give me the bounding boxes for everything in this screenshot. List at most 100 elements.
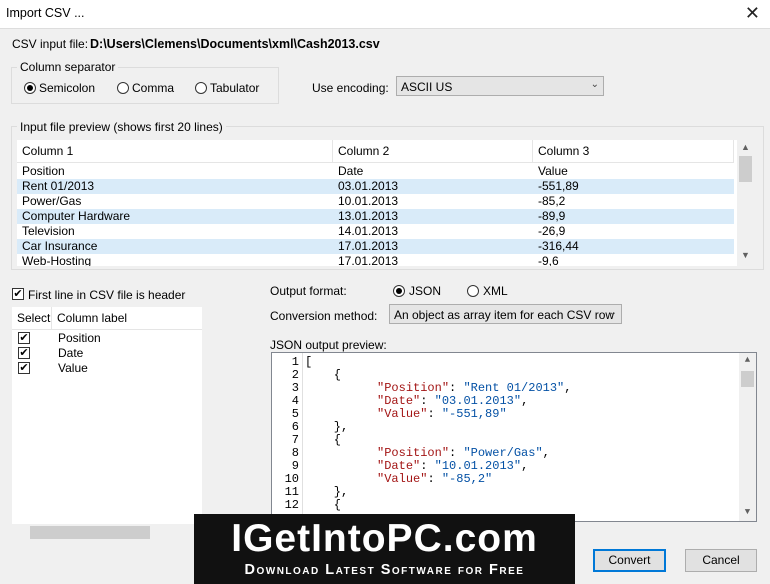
conversion-label: Conversion method: bbox=[270, 309, 378, 323]
table-row[interactable]: Television 14.01.2013 -26,9 bbox=[17, 224, 734, 239]
window-title: Import CSV ... bbox=[6, 6, 85, 20]
list-item[interactable]: ✔ Date bbox=[12, 346, 202, 361]
json-key: "Value" bbox=[377, 472, 428, 486]
table-cell: 17.01.2013 bbox=[338, 254, 399, 266]
radio-comma-label: Comma bbox=[132, 81, 175, 95]
json-preview-editor[interactable]: 1 [2 {3 "Position": "Rent 01/2013", 4 "Dat… bbox=[271, 352, 757, 522]
code-line: { bbox=[305, 433, 342, 447]
radio-semicolon-indicator[interactable] bbox=[24, 82, 36, 94]
check-icon[interactable]: ✔ bbox=[12, 288, 24, 300]
column-header[interactable]: Column 3 bbox=[533, 140, 734, 162]
column-list-hscrollbar[interactable] bbox=[12, 524, 202, 541]
column-separator-legend: Column separator bbox=[17, 60, 119, 74]
line-number: 6 bbox=[291, 420, 299, 434]
radio-json-indicator[interactable] bbox=[393, 285, 405, 297]
table-cell: 03.01.2013 bbox=[338, 179, 399, 193]
radio-tabulator-label: Tabulator bbox=[210, 81, 260, 95]
code-line: { bbox=[305, 368, 342, 382]
header-checkbox-label: First line in CSV file is header bbox=[28, 288, 186, 302]
table-row[interactable]: Web-Hosting 17.01.2013 -9,6 bbox=[17, 254, 734, 266]
watermark-tagline: Download Latest Software for Free bbox=[244, 562, 525, 578]
encoding-select[interactable]: ASCII US ⌄ bbox=[396, 76, 604, 96]
json-value: "03.01.2013" bbox=[434, 394, 522, 408]
line-number: 12 bbox=[284, 498, 299, 512]
radio-tabulator-indicator[interactable] bbox=[195, 82, 207, 94]
close-icon[interactable]: ✕ bbox=[745, 3, 760, 24]
scroll-up-icon[interactable]: ▲ bbox=[739, 355, 756, 365]
line-number: 10 bbox=[284, 472, 299, 486]
encoding-label: Use encoding: bbox=[312, 81, 389, 95]
check-icon[interactable]: ✔ bbox=[18, 332, 30, 344]
radio-xml-label: XML bbox=[483, 284, 508, 298]
watermark-banner: IGetIntoPC.com Download Latest Software … bbox=[194, 514, 575, 584]
column-header[interactable]: Column 2 bbox=[333, 140, 533, 162]
check-icon[interactable]: ✔ bbox=[18, 362, 30, 374]
line-number: 2 bbox=[291, 368, 299, 382]
scroll-thumb[interactable] bbox=[739, 156, 752, 182]
table-cell: Car Insurance bbox=[22, 239, 98, 253]
table-row[interactable]: Power/Gas 10.01.2013 -85,2 bbox=[17, 194, 734, 209]
column-header[interactable]: Column label bbox=[52, 307, 202, 329]
code-line: "Value": "-85,2" bbox=[377, 472, 493, 486]
radio-semicolon-label: Semicolon bbox=[39, 81, 96, 95]
input-preview-table[interactable]: Column 1 Column 2 Column 3 Position Date… bbox=[17, 140, 754, 266]
radio-xml-indicator[interactable] bbox=[467, 285, 479, 297]
input-preview-legend: Input file preview (shows first 20 lines… bbox=[17, 120, 226, 134]
column-header[interactable]: Select bbox=[12, 307, 52, 329]
scroll-down-icon[interactable]: ▼ bbox=[737, 250, 754, 260]
json-value: "Rent 01/2013" bbox=[463, 381, 565, 395]
json-key: "Date" bbox=[377, 394, 421, 408]
code-line: { bbox=[305, 498, 342, 512]
json-preview-label: JSON output preview: bbox=[270, 338, 387, 352]
table-cell: Television bbox=[22, 224, 75, 238]
table-cell: 17.01.2013 bbox=[338, 239, 399, 253]
code-line: "Position": "Power/Gas", bbox=[377, 446, 550, 460]
column-list-header: Select Column label bbox=[12, 307, 202, 330]
radio-comma-indicator[interactable] bbox=[117, 82, 129, 94]
table-cell: -26,9 bbox=[538, 224, 566, 238]
line-number: 3 bbox=[291, 381, 299, 395]
check-icon[interactable]: ✔ bbox=[18, 347, 30, 359]
scroll-up-icon[interactable]: ▲ bbox=[737, 142, 754, 152]
table-row[interactable]: Rent 01/2013 03.01.2013 -551,89 bbox=[17, 179, 734, 194]
table-cell: -89,9 bbox=[538, 209, 566, 223]
json-key: "Value" bbox=[377, 407, 428, 421]
json-scrollbar[interactable]: ▲ ▼ bbox=[739, 353, 756, 521]
scroll-down-icon[interactable]: ▼ bbox=[739, 507, 756, 517]
table-row[interactable]: Position Date Value bbox=[17, 164, 734, 179]
output-format-label: Output format: bbox=[270, 284, 347, 298]
column-list[interactable]: Select Column label ✔ Position ✔ Date ✔ … bbox=[12, 307, 202, 541]
table-row[interactable]: Computer Hardware 13.01.2013 -89,9 bbox=[17, 209, 734, 224]
table-cell: -316,44 bbox=[538, 239, 579, 253]
line-number: 9 bbox=[291, 459, 299, 473]
table-cell: Computer Hardware bbox=[22, 209, 131, 223]
code-line: [ bbox=[305, 355, 313, 369]
scroll-thumb[interactable] bbox=[30, 526, 150, 539]
list-item-label: Date bbox=[58, 346, 84, 360]
list-item[interactable]: ✔ Position bbox=[12, 331, 202, 346]
conversion-select[interactable]: An object as array item for each CSV row… bbox=[389, 304, 622, 324]
list-item[interactable]: ✔ Value bbox=[12, 361, 202, 376]
code-line: "Date": "10.01.2013", bbox=[377, 459, 529, 473]
table-cell: -551,89 bbox=[538, 179, 579, 193]
encoding-value: ASCII US bbox=[401, 80, 453, 94]
preview-scrollbar[interactable]: ▲ ▼ bbox=[737, 140, 754, 266]
chevron-down-icon: ⌄ bbox=[590, 79, 599, 90]
json-value: "-551,89" bbox=[441, 407, 507, 421]
code-line: "Value": "-551,89" bbox=[377, 407, 507, 421]
code-line: }, bbox=[305, 485, 349, 499]
line-number: 4 bbox=[291, 394, 299, 408]
list-item-label: Position bbox=[58, 331, 101, 345]
code-line: "Date": "03.01.2013", bbox=[377, 394, 529, 408]
convert-button[interactable]: Convert bbox=[593, 549, 666, 572]
scroll-thumb[interactable] bbox=[741, 371, 754, 387]
input-file-label: CSV input file: bbox=[12, 37, 89, 51]
code-line: }, bbox=[305, 420, 349, 434]
table-cell: -85,2 bbox=[538, 194, 566, 208]
table-row[interactable]: Car Insurance 17.01.2013 -316,44 bbox=[17, 239, 734, 254]
table-cell: Value bbox=[538, 164, 568, 178]
column-header[interactable]: Column 1 bbox=[17, 140, 333, 162]
json-key: "Date" bbox=[377, 459, 421, 473]
json-key: "Position" bbox=[377, 446, 450, 460]
cancel-button[interactable]: Cancel bbox=[685, 549, 757, 572]
